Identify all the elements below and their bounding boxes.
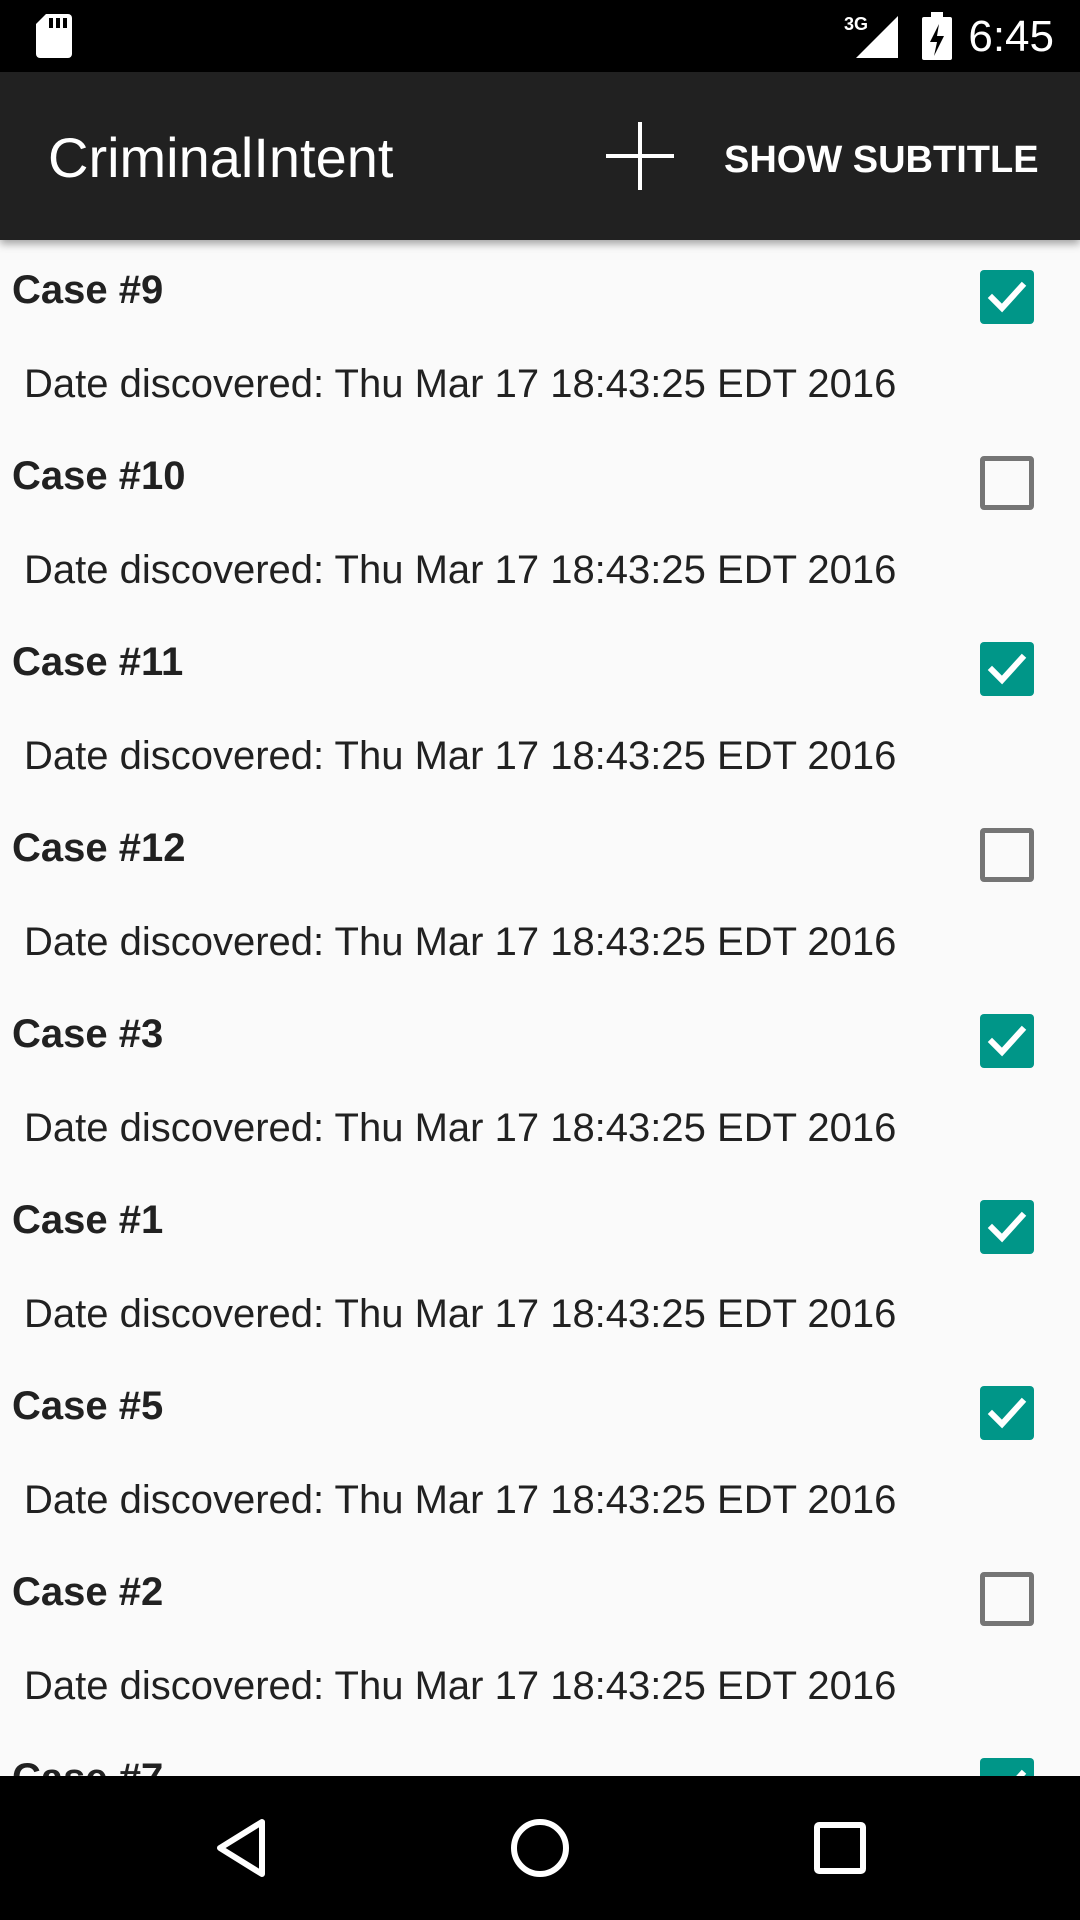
crime-title: Case #12 [12, 826, 186, 870]
checkmark-icon [987, 1025, 1027, 1057]
recents-icon[interactable] [790, 1798, 890, 1898]
crime-date: Date discovered: Thu Mar 17 18:43:25 EDT… [24, 734, 897, 778]
crime-list-item[interactable]: Case #5 Date discovered: Thu Mar 17 18:43… [0, 1356, 1080, 1542]
crime-title: Case #2 [12, 1570, 164, 1614]
solved-checkbox[interactable] [980, 1200, 1034, 1254]
crime-list-item[interactable]: Case #3 Date discovered: Thu Mar 17 18:43… [0, 984, 1080, 1170]
crime-title: Case #3 [12, 1012, 164, 1056]
signal-icon: 3G [842, 12, 902, 65]
crime-list-item[interactable]: Case #12 Date discovered: Thu Mar 17 18:4… [0, 798, 1080, 984]
battery-charging-icon [922, 12, 952, 65]
crime-date: Date discovered: Thu Mar 17 18:43:25 EDT… [24, 548, 897, 592]
crime-list-item[interactable]: Case #2 Date discovered: Thu Mar 17 18:43… [0, 1542, 1080, 1728]
status-bar: 3G 6:45 [0, 0, 1080, 72]
back-icon[interactable] [190, 1798, 290, 1898]
crime-title: Case #5 [12, 1384, 164, 1428]
show-subtitle-button[interactable]: SHOW SUBTITLE [724, 130, 1039, 190]
crime-title: Case #10 [12, 454, 186, 498]
screen: 3G 6:45 CriminalIntent SHOW SUBTITLE Cas… [0, 0, 1080, 1920]
crime-title: Case #7 [12, 1752, 163, 1776]
solved-checkbox[interactable] [980, 270, 1034, 324]
status-time: 6:45 [968, 12, 1054, 61]
solved-checkbox[interactable] [980, 456, 1034, 510]
checkmark-icon [1016, 1769, 1027, 1776]
crime-list[interactable]: Case #9 Date discovered: Thu Mar 17 18:43… [0, 240, 1080, 1776]
sd-card-icon [36, 14, 72, 63]
crime-date: Date discovered: Thu Mar 17 18:43:25 EDT… [24, 1478, 897, 1522]
app-bar: CriminalIntent SHOW SUBTITLE [0, 72, 1080, 240]
solved-checkbox[interactable] [980, 1758, 1034, 1776]
solved-checkbox[interactable] [980, 1386, 1034, 1440]
crime-date: Date discovered: Thu Mar 17 18:43:25 EDT… [24, 1106, 897, 1150]
checkmark-icon [987, 281, 1027, 313]
crime-list-item[interactable]: Case #7 [0, 1728, 1080, 1776]
solved-checkbox[interactable] [980, 1014, 1034, 1068]
solved-checkbox[interactable] [980, 1572, 1034, 1626]
crime-title: Case #11 [12, 640, 184, 684]
checkmark-icon [987, 1397, 1027, 1429]
solved-checkbox[interactable] [980, 642, 1034, 696]
crime-list-item[interactable]: Case #9 Date discovered: Thu Mar 17 18:43… [0, 240, 1080, 426]
network-type-label: 3G [844, 14, 868, 34]
crime-list-item[interactable]: Case #11 Date discovered: Thu Mar 17 18:4… [0, 612, 1080, 798]
navigation-bar [0, 1776, 1080, 1920]
crime-date: Date discovered: Thu Mar 17 18:43:25 EDT… [24, 920, 897, 964]
crime-list-item[interactable]: Case #1 Date discovered: Thu Mar 17 18:43… [0, 1170, 1080, 1356]
crime-date: Date discovered: Thu Mar 17 18:43:25 EDT… [24, 362, 897, 406]
crime-title: Case #9 [12, 268, 164, 312]
crime-list-item[interactable]: Case #10 Date discovered: Thu Mar 17 18:4… [0, 426, 1080, 612]
crime-title: Case #1 [12, 1198, 164, 1242]
crime-date: Date discovered: Thu Mar 17 18:43:25 EDT… [24, 1664, 897, 1708]
checkmark-icon [987, 1211, 1027, 1243]
solved-checkbox[interactable] [980, 828, 1034, 882]
checkmark-icon [987, 653, 1027, 685]
app-title: CriminalIntent [48, 126, 394, 189]
home-icon[interactable] [490, 1798, 590, 1898]
crime-date: Date discovered: Thu Mar 17 18:43:25 EDT… [24, 1292, 897, 1336]
add-crime-button[interactable] [594, 110, 686, 202]
